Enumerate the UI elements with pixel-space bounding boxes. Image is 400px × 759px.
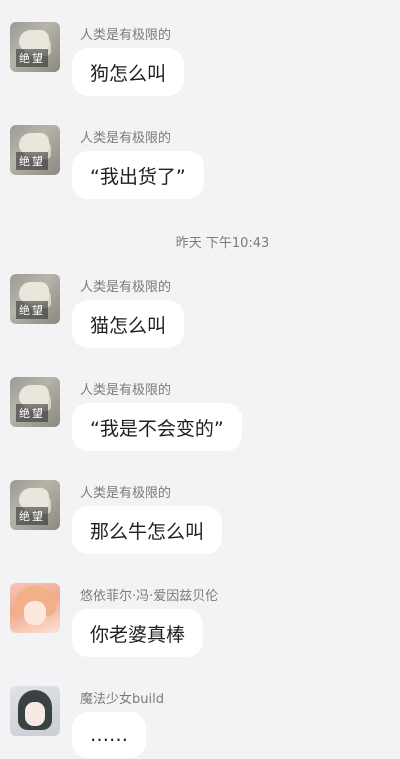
chat-message: 悠依菲尔·冯·爱因兹贝伦 你老婆真棒 — [10, 583, 390, 663]
avatar[interactable] — [10, 686, 60, 736]
avatar-caption: 绝望 — [16, 301, 48, 319]
chat-message: 绝望 人类是有极限的 那么牛怎么叫 — [10, 480, 390, 560]
avatar[interactable] — [10, 583, 60, 633]
avatar-caption: 绝望 — [16, 404, 48, 422]
avatar[interactable]: 绝望 — [10, 377, 60, 427]
sender-name: 人类是有极限的 — [80, 28, 172, 43]
sender-name: 悠依菲尔·冯·爱因兹贝伦 — [80, 589, 219, 604]
sender-name: 人类是有极限的 — [80, 280, 172, 295]
chat-message: 绝望 人类是有极限的 猫怎么叫 — [10, 274, 390, 354]
avatar-face — [24, 601, 46, 625]
chat-message: 绝望 人类是有极限的 “我出货了” — [10, 125, 390, 205]
avatar-caption: 绝望 — [16, 507, 48, 525]
avatar[interactable]: 绝望 — [10, 22, 60, 72]
chat-timestamp: 昨天 下午10:43 — [175, 236, 270, 251]
sender-name: 人类是有极限的 — [80, 383, 172, 398]
avatar[interactable]: 绝望 — [10, 274, 60, 324]
message-bubble[interactable]: 你老婆真棒 — [72, 609, 204, 657]
avatar-face — [25, 702, 45, 726]
message-bubble[interactable]: 猫怎么叫 — [72, 300, 185, 348]
chat-message: 绝望 人类是有极限的 “我是不会变的” — [10, 377, 390, 457]
avatar-caption: 绝望 — [16, 49, 48, 67]
sender-name: 魔法少女build — [80, 692, 164, 707]
message-bubble[interactable]: “我是不会变的” — [72, 403, 242, 451]
chat-message: 绝望 人类是有极限的 狗怎么叫 — [10, 22, 390, 102]
message-bubble[interactable]: “我出货了” — [72, 151, 204, 199]
avatar-caption: 绝望 — [16, 152, 48, 170]
chat-message: 魔法少女build …… — [10, 686, 390, 759]
message-bubble[interactable]: 那么牛怎么叫 — [72, 506, 223, 554]
sender-name: 人类是有极限的 — [80, 131, 172, 146]
message-bubble[interactable]: …… — [72, 712, 146, 758]
avatar[interactable]: 绝望 — [10, 480, 60, 530]
avatar[interactable]: 绝望 — [10, 125, 60, 175]
sender-name: 人类是有极限的 — [80, 486, 172, 501]
message-bubble[interactable]: 狗怎么叫 — [72, 48, 185, 96]
